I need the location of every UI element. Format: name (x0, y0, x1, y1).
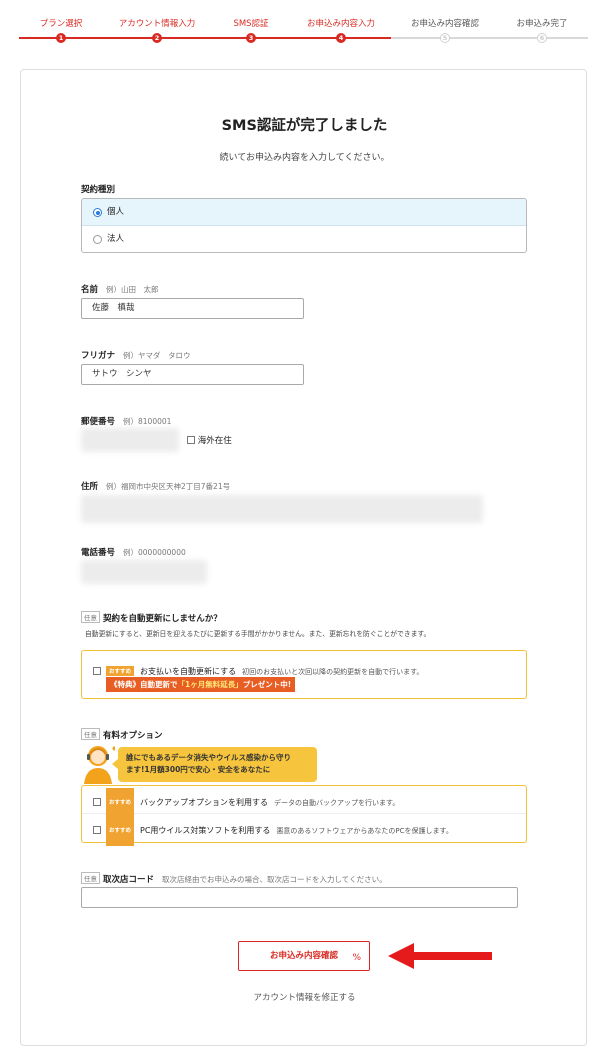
postal-label: 郵便番号 例）8100001 (81, 415, 171, 427)
recommend-badge: おすすめ (106, 666, 135, 676)
backup-option-row[interactable]: おすすめ バックアップオプションを利用する データの自動バックアップを行います。 (82, 786, 526, 818)
paid-options-box: おすすめ バックアップオプションを利用する データの自動バックアップを行います。 お… (81, 785, 527, 846)
auto-renew-option-label: お支払いを自動更新にする (140, 667, 237, 676)
name-label-text: 名前 (81, 285, 99, 295)
promo-suffix: プレゼント中! (242, 680, 292, 689)
support-operator-icon: ♦ (84, 745, 115, 784)
step-number-2: 2 (152, 33, 162, 43)
contract-option-corporate[interactable]: 法人 (82, 226, 526, 252)
name-example: 例）山田 太郎 (106, 285, 159, 294)
antivirus-option-row[interactable]: おすすめ PC用ウイルス対策ソフトを利用する 悪意のあるソフトウェアからあなたのPC… (82, 814, 526, 846)
contract-option-individual[interactable]: 個人 (82, 199, 526, 226)
name-label: 名前 例）山田 太郎 (81, 283, 159, 295)
page-title: SMS認証が完了しました (221, 118, 388, 134)
backup-option-label: バックアップオプションを利用する (140, 798, 269, 807)
furigana-label-text: フリガナ (81, 351, 116, 361)
auto-renew-option[interactable]: おすすめ お支払いを自動更新にする 初回のお支払いと次回以降の契約更新を自動で行いま… (93, 659, 423, 678)
step-label-confirm: お申込み内容確認 (410, 19, 480, 29)
promo-highlight: 「1ヶ月無料延長」 (177, 680, 243, 689)
radio-unselected-icon[interactable] (93, 235, 102, 244)
step-number-1: 1 (56, 33, 66, 43)
auto-renew-box: おすすめ お支払いを自動更新にする 初回のお支払いと次回以降の契約更新を自動で行いま… (81, 650, 527, 699)
optional-tag: 任意 (81, 872, 100, 884)
auto-renew-description: 自動更新にすると、更新日を迎えるたびに更新する手間がかかりません。また、更新忘れ… (85, 630, 431, 638)
furigana-label: フリガナ 例）ヤマダ タロウ (81, 349, 191, 361)
auto-renew-checkbox[interactable] (93, 667, 101, 675)
step-label-input: お申込み内容入力 (306, 19, 376, 29)
contract-type-group: 個人 法人 (81, 198, 527, 253)
options-speech-bubble: 誰にでもあるデータ消失やウイルス感染から守り ます!1月額300円で安心・安全を… (112, 747, 317, 782)
phone-input[interactable] (81, 560, 207, 584)
overseas-checkbox-row[interactable]: 海外在住 (187, 434, 232, 446)
address-label: 住所 例）福岡市中央区天神2丁目7番21号 (81, 480, 230, 492)
step-label-account: アカウント情報入力 (118, 19, 196, 29)
address-label-text: 住所 (81, 482, 99, 492)
radio-selected-icon[interactable] (93, 208, 102, 217)
contract-option-label: 法人 (107, 234, 125, 244)
contract-option-label: 個人 (107, 207, 125, 217)
antivirus-option-checkbox[interactable] (93, 826, 101, 834)
paid-options-title: 有料オプション (103, 731, 163, 741)
postal-input[interactable] (81, 428, 179, 452)
step-number-4: 4 (336, 33, 346, 43)
agency-code-label: 任意 取次店コード 取次店経由でお申込みの場合、取次店コードを入力してください。 (81, 872, 387, 885)
phone-label: 電話番号 例）0000000000 (81, 546, 186, 558)
optional-tag: 任意 (81, 611, 100, 623)
step-number-3: 3 (246, 33, 256, 43)
optional-tag: 任意 (81, 728, 100, 740)
postal-example: 例）8100001 (123, 417, 172, 426)
promo-banner: 《特典》自動更新で「1ヶ月無料延長」プレゼント中! (106, 677, 296, 692)
stepper-line-todo (391, 37, 588, 39)
antivirus-option-desc: 悪意のあるソフトウェアからあなたのPCを保護します。 (276, 827, 453, 835)
red-arrow-icon (388, 943, 492, 969)
agency-code-description: 取次店経由でお申込みの場合、取次店コードを入力してください。 (162, 875, 387, 884)
backup-option-desc: データの自動バックアップを行います。 (274, 799, 400, 807)
name-input[interactable]: 佐藤 槙哉 (81, 298, 304, 319)
overseas-label: 海外在住 (197, 436, 232, 446)
phone-label-text: 電話番号 (81, 548, 116, 558)
address-example: 例）福岡市中央区天神2丁目7番21号 (106, 482, 231, 491)
paid-options-label: 任意 有料オプション (81, 728, 163, 741)
page-subtitle: 続いてお申込み内容を入力してください。 (219, 153, 390, 163)
antivirus-option-label: PC用ウイルス対策ソフトを利用する (140, 826, 271, 835)
auto-renew-option-desc: 初回のお支払いと次回以降の契約更新を自動で行います。 (242, 668, 424, 676)
auto-renew-label: 任意 契約を自動更新にしませんか？ (81, 611, 222, 624)
promo-prefix: 《特典》自動更新で (110, 680, 178, 689)
step-label-sms: SMS認証 (233, 19, 269, 29)
agency-code-input[interactable] (81, 887, 518, 908)
percent-glyph: % (352, 953, 361, 963)
furigana-example: 例）ヤマダ タロウ (123, 351, 191, 360)
step-number-5: 5 (440, 33, 450, 43)
auto-renew-title: 契約を自動更新にしませんか？ (103, 614, 222, 624)
confirm-application-button[interactable]: お申込み内容確認 % (238, 941, 370, 971)
furigana-input[interactable]: サトウ シンヤ (81, 364, 304, 385)
recommend-badge: おすすめ (106, 816, 135, 846)
step-number-6: 6 (537, 33, 547, 43)
step-label-complete: お申込み完了 (516, 19, 568, 29)
backup-option-checkbox[interactable] (93, 798, 101, 806)
bubble-line-2: ます!1月額300円で安心・安全をあなたに (126, 765, 271, 774)
postal-label-text: 郵便番号 (81, 417, 116, 427)
application-form-card: SMS認証が完了しました 続いてお申込み内容を入力してください。 契約種別 個人… (20, 69, 587, 1046)
address-input[interactable] (81, 495, 483, 523)
overseas-checkbox[interactable] (187, 436, 195, 444)
modify-account-link[interactable]: アカウント情報を修正する (21, 991, 588, 1003)
svg-text:♦: ♦ (111, 745, 115, 753)
agency-code-title: 取次店コード (103, 875, 155, 885)
progress-stepper: プラン選択 アカウント情報入力 SMS認証 お申込み内容入力 お申込み内容確認 … (0, 0, 600, 48)
phone-example: 例）0000000000 (123, 548, 186, 557)
contract-type-label: 契約種別 (81, 185, 116, 195)
bubble-line-1: 誰にでもあるデータ消失やウイルス感染から守り (126, 753, 291, 762)
confirm-application-label: お申込み内容確認 (269, 951, 338, 961)
step-label-plan: プラン選択 (39, 19, 83, 29)
